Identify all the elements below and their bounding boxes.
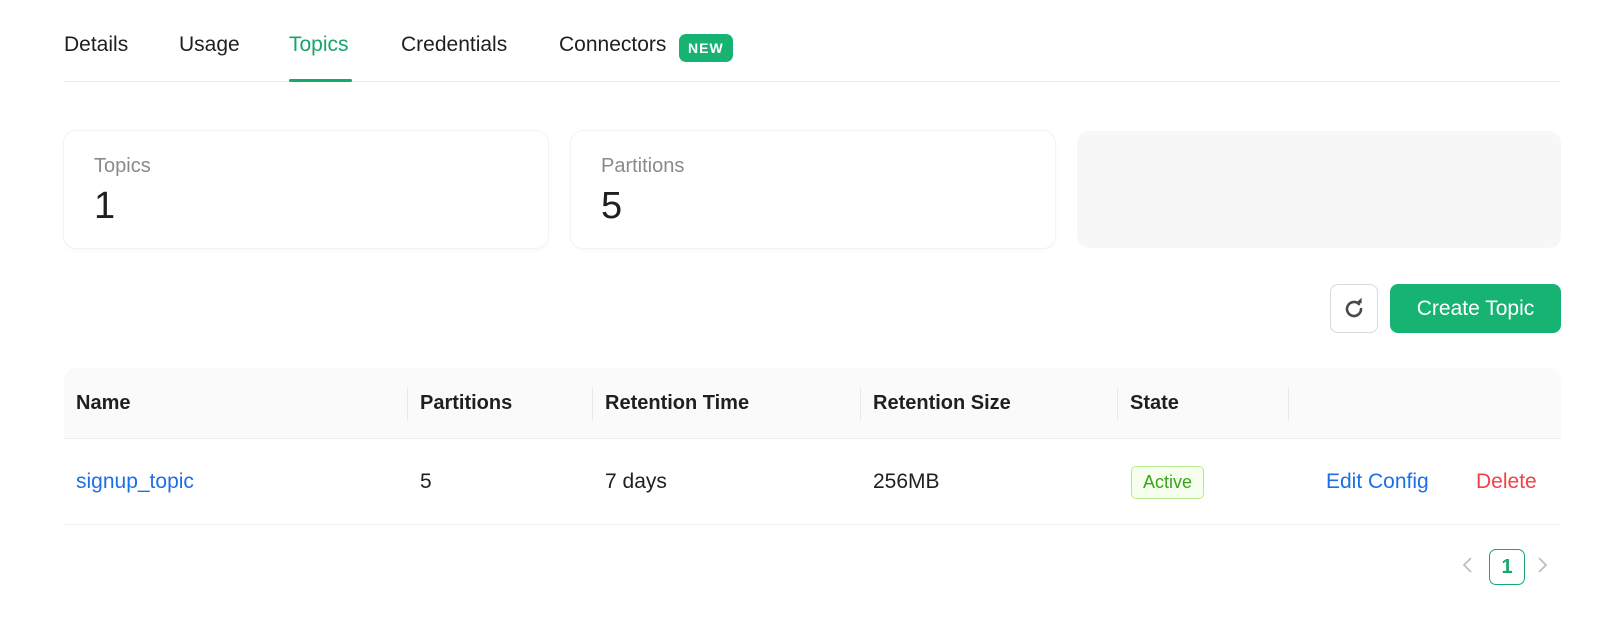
status-badge: Active bbox=[1131, 466, 1205, 499]
delete-link[interactable]: Delete bbox=[1476, 470, 1537, 494]
active-tab-indicator bbox=[289, 79, 352, 82]
new-badge: NEW bbox=[679, 34, 733, 62]
column-divider bbox=[1288, 388, 1289, 420]
partitions-stat-card: Partitions 5 bbox=[571, 131, 1055, 248]
table-header: Name Partitions Retention Time Retention… bbox=[64, 368, 1561, 439]
partitions-stat-value: 5 bbox=[601, 185, 623, 227]
tab-topics[interactable]: Topics bbox=[289, 33, 349, 57]
empty-stat-card bbox=[1077, 131, 1561, 248]
refresh-button[interactable] bbox=[1330, 284, 1378, 333]
column-header-retention-size: Retention Size bbox=[873, 392, 1011, 414]
column-divider bbox=[860, 388, 861, 420]
topics-table: Name Partitions Retention Time Retention… bbox=[64, 368, 1561, 525]
chevron-right-icon[interactable] bbox=[1535, 555, 1549, 581]
tab-usage[interactable]: Usage bbox=[179, 33, 240, 57]
column-divider bbox=[1117, 388, 1118, 420]
table-row: signup_topic 5 7 days 256MB Active Edit … bbox=[64, 439, 1561, 525]
column-header-state: State bbox=[1130, 392, 1179, 414]
refresh-icon bbox=[1345, 297, 1363, 317]
tab-credentials[interactable]: Credentials bbox=[401, 33, 507, 57]
tab-details[interactable]: Details bbox=[64, 33, 128, 57]
topics-stat-label: Topics bbox=[94, 155, 151, 177]
partitions-stat-label: Partitions bbox=[601, 155, 685, 177]
pagination-page-1[interactable]: 1 bbox=[1489, 549, 1525, 585]
column-header-retention-time: Retention Time bbox=[605, 392, 750, 414]
column-divider bbox=[592, 388, 593, 420]
topic-retention-size: 256MB bbox=[873, 470, 940, 493]
tab-connectors[interactable]: Connectors bbox=[559, 33, 666, 57]
column-header-name: Name bbox=[76, 392, 131, 414]
column-header-partitions: Partitions bbox=[420, 392, 513, 414]
topics-stat-value: 1 bbox=[94, 185, 116, 227]
topics-stat-card: Topics 1 bbox=[64, 131, 548, 248]
edit-config-link[interactable]: Edit Config bbox=[1326, 470, 1429, 494]
topic-retention-time: 7 days bbox=[605, 470, 667, 493]
topic-partitions: 5 bbox=[420, 470, 432, 493]
topic-name-link[interactable]: signup_topic bbox=[76, 470, 194, 494]
column-divider bbox=[407, 388, 408, 420]
create-topic-button[interactable]: Create Topic bbox=[1390, 284, 1561, 333]
tab-bar: Details Usage Topics Credentials Connect… bbox=[64, 0, 1561, 82]
chevron-left-icon[interactable] bbox=[1461, 555, 1475, 581]
